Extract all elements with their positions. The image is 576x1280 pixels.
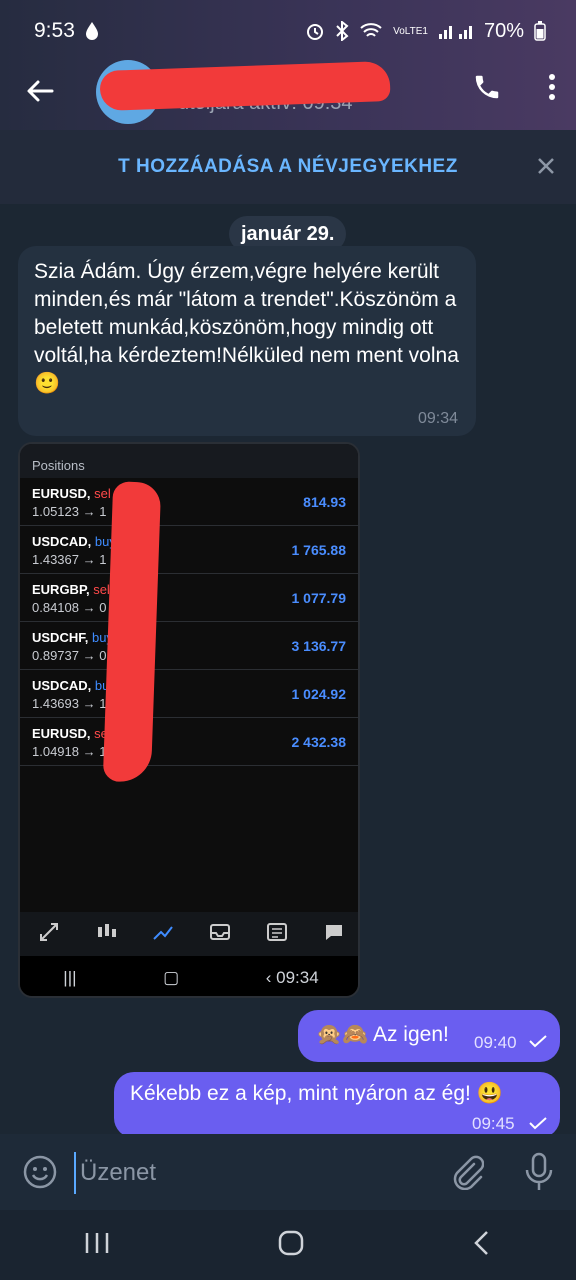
- message-composer: [0, 1134, 576, 1210]
- network-label: VoLTE1: [393, 25, 428, 37]
- add-contact-label[interactable]: T HOZZÁADÁSA A NÉVJEGYEKHEZ: [118, 156, 458, 178]
- emoji-icon[interactable]: [22, 1154, 58, 1190]
- outgoing-message[interactable]: Kékebb ez a kép, mint nyáron az ég! 😃 09…: [114, 1072, 560, 1138]
- position-row: USDCAD, buy 1.43693 → 1. 1 024.92: [20, 670, 358, 718]
- chat-bubble-icon: [323, 921, 345, 948]
- position-profit: 2 432.38: [291, 734, 347, 750]
- battery-percent: 70%: [483, 19, 524, 42]
- position-price: 1.43367 → 1: [32, 552, 107, 567]
- position-price: 1.05123 → 1: [32, 504, 107, 519]
- position-price: 0.89737 → 0: [32, 648, 107, 663]
- wifi-icon: [359, 22, 383, 40]
- position-row: EURGBP, sell 0.84108 → 0 1 077.79: [20, 574, 358, 622]
- alarm-icon: [305, 21, 325, 41]
- app-tab-bar: [20, 912, 358, 956]
- add-contact-banner[interactable]: T HOZZÁADÁSA A NÉVJEGYEKHEZ: [0, 130, 576, 204]
- position-price: 0.84108 → 0: [32, 600, 107, 615]
- message-text: 🙊🙈 Az igen!: [316, 1023, 449, 1046]
- position-type: sel: [94, 486, 111, 501]
- status-time: 9:53: [34, 19, 75, 42]
- outgoing-message[interactable]: 🙊🙈 Az igen! 09:40: [298, 1010, 560, 1062]
- screenshot-nav-bar: ||| ▢ ‹ 09:34: [20, 956, 358, 996]
- position-price: 1.04918 → 1: [32, 744, 107, 759]
- check-icon: [528, 1116, 548, 1130]
- position-profit: 1 024.92: [291, 686, 347, 702]
- position-symbol: EURUSD, sell: [32, 726, 114, 741]
- position-symbol: USDCAD, buy: [32, 534, 116, 549]
- quotes-icon: [38, 921, 60, 948]
- position-profit: 3 136.77: [291, 638, 347, 654]
- position-symbol: USDCHF, buy: [32, 630, 113, 645]
- position-row: EURUSD, sel 1.05123 → 1 814.93: [20, 478, 358, 526]
- trade-icon: [152, 921, 174, 948]
- position-symbol: EURUSD, sel: [32, 486, 111, 501]
- chat-area[interactable]: január 29. Szia Ádám. Úgy érzem,végre he…: [0, 204, 576, 1138]
- position-row: EURUSD, sell 1.04918 → 1 2 432.38: [20, 718, 358, 766]
- home-icon: ▢: [163, 968, 180, 987]
- nav-time: ‹ 09:34: [265, 968, 319, 987]
- position-profit: 1 765.88: [291, 542, 347, 558]
- message-time: 09:45: [472, 1114, 515, 1133]
- phone-icon[interactable]: [472, 72, 502, 102]
- position-profit: 1 077.79: [291, 590, 347, 606]
- image-message[interactable]: Positions EURUSD, sel 1.05123 → 1 814.93 US…: [18, 442, 360, 998]
- back-nav-button[interactable]: [472, 1229, 492, 1262]
- message-time: 09:40: [474, 1033, 517, 1052]
- message-time: 09:34: [417, 410, 458, 427]
- drop-icon: [85, 22, 99, 40]
- check-icon: [528, 1034, 548, 1048]
- chat-header: utoljára aktív: 09:34: [0, 52, 576, 130]
- signal-icon: [438, 22, 474, 40]
- message-text: Kékebb ez a kép, mint nyáron az ég! 😃: [130, 1082, 503, 1105]
- microphone-icon[interactable]: [522, 1152, 556, 1192]
- position-row: USDCAD, buy 1.43367 → 1 1 765.88: [20, 526, 358, 574]
- chart-candles-icon: [95, 921, 117, 948]
- position-price: 1.43693 → 1.: [32, 696, 111, 711]
- incoming-message[interactable]: Szia Ádám. Úgy érzem,végre helyére kerül…: [18, 246, 476, 436]
- home-button[interactable]: [277, 1229, 305, 1262]
- inbox-icon: [209, 921, 231, 948]
- close-icon[interactable]: [536, 156, 556, 181]
- message-input[interactable]: [74, 1152, 442, 1194]
- position-symbol: USDCAD, buy: [32, 678, 116, 693]
- position-symbol: EURGBP, sell: [32, 582, 113, 597]
- position-row: USDCHF, buy 0.89737 → 0 3 136.77: [20, 622, 358, 670]
- bluetooth-icon: [335, 21, 349, 41]
- positions-header: Positions: [20, 444, 358, 478]
- system-nav-bar: [0, 1210, 576, 1280]
- back-button[interactable]: [0, 52, 80, 130]
- battery-icon: [534, 21, 546, 41]
- position-profit: 814.93: [303, 494, 346, 510]
- recents-button[interactable]: [84, 1231, 110, 1260]
- positions-list: EURUSD, sel 1.05123 → 1 814.93 USDCAD, buy 1…: [20, 478, 358, 766]
- attach-icon[interactable]: [450, 1154, 484, 1190]
- news-icon: [266, 921, 288, 948]
- message-text: Szia Ádám. Úgy érzem,végre helyére kerül…: [34, 260, 459, 395]
- more-options-icon[interactable]: [548, 73, 556, 101]
- recents-icon: |||: [63, 968, 77, 987]
